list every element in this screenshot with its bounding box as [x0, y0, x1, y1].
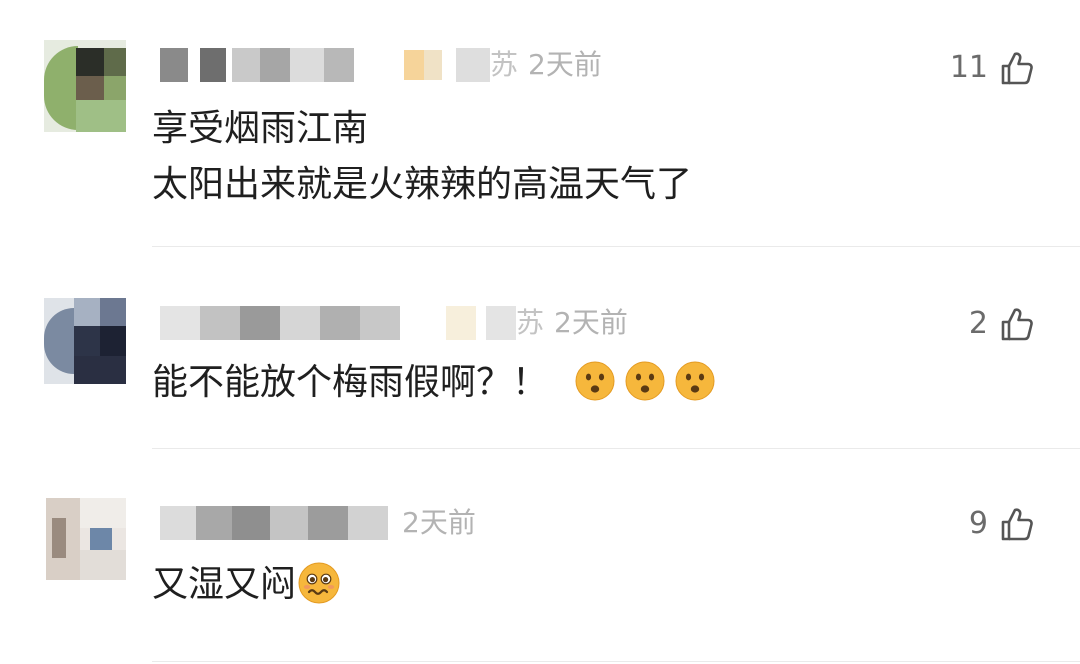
divider — [152, 246, 1080, 247]
like-button[interactable]: 2 — [969, 302, 1034, 346]
location-label: 苏 — [490, 48, 519, 81]
avatar[interactable] — [46, 498, 126, 580]
location-label: 苏 — [516, 306, 545, 339]
comment-list: 苏 2天前 11 享受烟雨江南 太阳出来就是火辣辣的高温天气了 苏 2天前 2 … — [0, 0, 1080, 664]
comment-item: 苏 2天前 2 能不能放个梅雨假啊？！ — [0, 250, 1080, 454]
blurred-username[interactable] — [160, 506, 390, 540]
like-count: 2 — [968, 306, 988, 341]
thumbs-up-icon — [1001, 508, 1033, 541]
blurred-location — [456, 48, 490, 82]
comment-meta: 苏 2天前 — [516, 306, 628, 340]
frowning-face-emoji — [675, 361, 715, 401]
comment-item: 2天前 9 又湿又闷 — [0, 454, 1080, 664]
blurred-location — [486, 306, 516, 340]
woozy-face-emoji — [298, 562, 340, 604]
comment-meta: 2天前 — [392, 506, 476, 540]
frowning-face-emoji — [625, 361, 665, 401]
divider — [152, 448, 1080, 449]
comment-text: 又湿又闷 — [152, 558, 342, 612]
like-button[interactable]: 11 — [950, 46, 1034, 90]
timestamp: 2天前 — [528, 48, 602, 81]
like-button[interactable]: 9 — [969, 502, 1034, 546]
thumbs-up-icon — [1001, 308, 1033, 341]
blurred-location-icon — [446, 306, 476, 340]
avatar[interactable] — [44, 40, 126, 132]
divider — [152, 661, 1080, 662]
thumbs-up-icon — [1001, 52, 1033, 85]
comment-line: 太阳出来就是火辣辣的高温天气了 — [152, 164, 693, 205]
like-count: 9 — [968, 506, 988, 541]
comment-text: 能不能放个梅雨假啊？！ — [152, 356, 716, 410]
comment-meta: 苏 2天前 — [490, 48, 602, 82]
timestamp: 2天前 — [402, 506, 476, 539]
comment-item: 苏 2天前 11 享受烟雨江南 太阳出来就是火辣辣的高温天气了 — [0, 0, 1080, 250]
frowning-face-emoji — [575, 361, 615, 401]
comment-text-content: 又湿又闷 — [152, 564, 297, 605]
comment-text-content: 能不能放个梅雨假啊？！ — [152, 362, 549, 403]
comment-line: 享受烟雨江南 — [152, 108, 369, 149]
comment-text: 享受烟雨江南 太阳出来就是火辣辣的高温天气了 — [152, 102, 692, 212]
blurred-username[interactable] — [160, 48, 360, 82]
blurred-username[interactable] — [160, 306, 420, 340]
timestamp: 2天前 — [554, 306, 628, 339]
blurred-location-icon — [404, 50, 442, 80]
like-count: 11 — [949, 50, 988, 85]
avatar[interactable] — [44, 298, 126, 384]
